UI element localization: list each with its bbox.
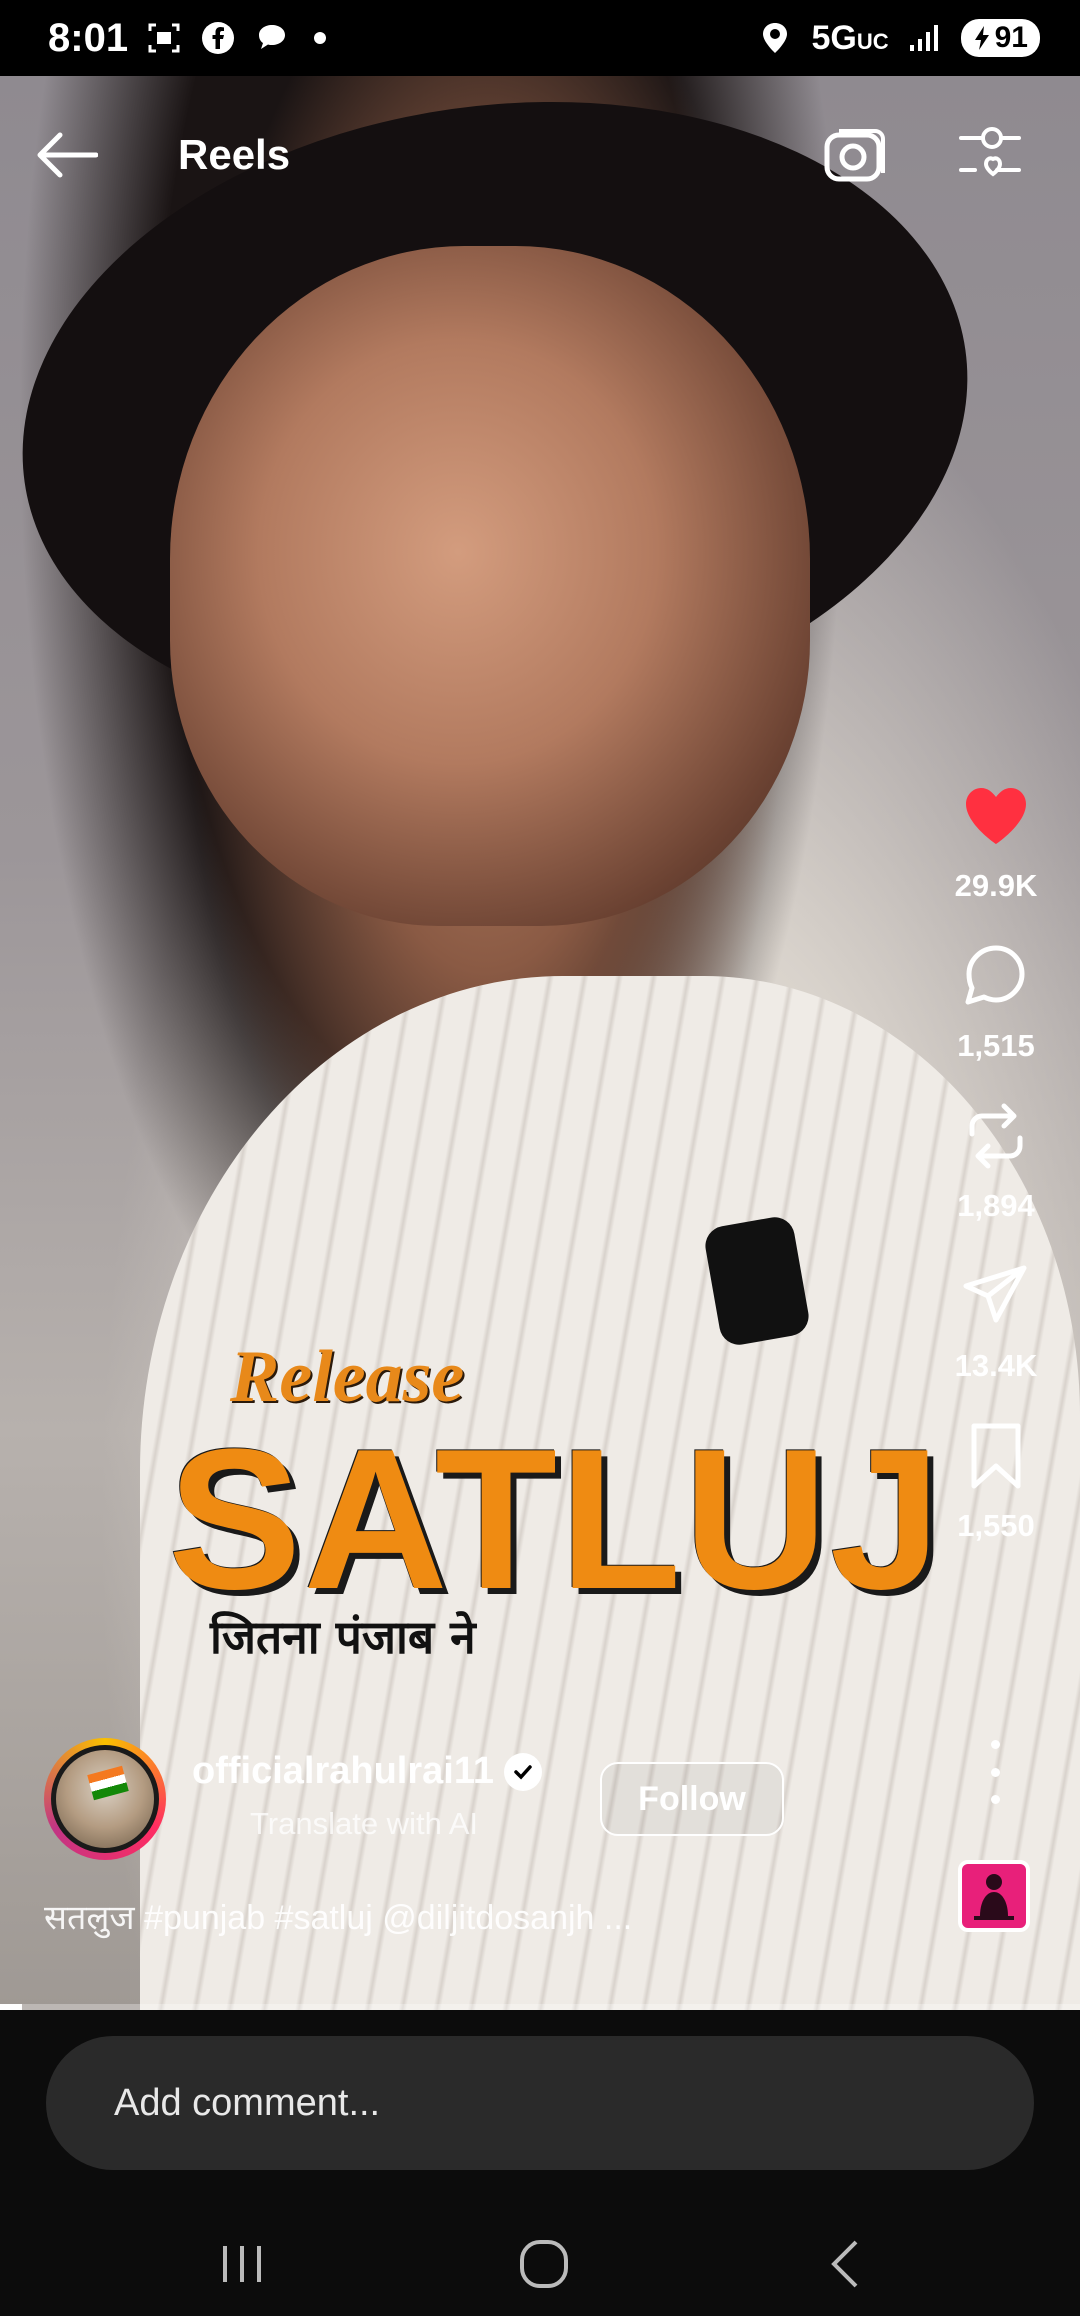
send-icon <box>963 1265 1027 1323</box>
share-count: 13.4K <box>954 1348 1038 1383</box>
recent-apps-icon <box>223 2246 261 2282</box>
overlay-subtitle-text: जितना पंजाब ने <box>210 1610 476 1664</box>
screenshot-icon <box>146 20 182 56</box>
save-button[interactable]: 1,550 <box>944 1420 1048 1544</box>
bottom-panel: Add comment... <box>0 2010 1080 2316</box>
more-dot <box>990 1767 1000 1777</box>
system-nav-bar <box>0 2224 1080 2304</box>
chevron-left-icon <box>831 2240 858 2288</box>
home-button[interactable] <box>504 2224 584 2304</box>
follow-button[interactable]: Follow <box>600 1762 784 1836</box>
like-count: 29.9K <box>954 868 1038 903</box>
page-title: Reels <box>178 131 291 178</box>
save-count: 1,550 <box>957 1508 1035 1543</box>
reel-caption[interactable]: सतलुज #punjab #satluj @diljitdosanjh ... <box>44 1893 632 1939</box>
video-face <box>170 246 810 926</box>
buddha-figure-icon <box>974 1874 1014 1920</box>
author-row: officialrahulrai11 Translate with AI Fol… <box>44 1738 924 1868</box>
facebook-icon <box>200 20 236 56</box>
like-button[interactable]: 29.9K <box>944 780 1048 904</box>
repost-icon <box>969 1103 1023 1169</box>
back-button[interactable] <box>34 123 98 187</box>
back-nav-button[interactable] <box>806 2224 886 2304</box>
translate-with-ai-link[interactable]: Translate with AI <box>250 1806 478 1842</box>
camera-icon <box>824 129 885 182</box>
verified-badge-icon <box>504 1752 543 1791</box>
share-button[interactable]: 13.4K <box>944 1260 1048 1384</box>
status-time: 8:01 <box>48 15 129 60</box>
heart-filled-icon <box>966 788 1026 844</box>
chat-bubble-icon <box>254 20 290 56</box>
interests-button[interactable] <box>954 119 1026 191</box>
more-dot <box>990 1795 1000 1804</box>
comment-button[interactable]: 1,515 <box>944 940 1048 1064</box>
avatar[interactable] <box>44 1738 166 1860</box>
home-icon <box>520 2240 568 2288</box>
comment-count: 1,515 <box>957 1028 1035 1063</box>
signal-icon <box>907 20 943 56</box>
bookmark-icon <box>971 1423 1021 1489</box>
back-arrow-icon <box>37 132 98 178</box>
action-column: 29.9K 1,515 1,894 13.4K 1,550 <box>944 780 1048 1580</box>
camera-button[interactable] <box>820 120 890 190</box>
comment-icon <box>965 945 1025 1005</box>
notification-dot <box>314 32 327 44</box>
recent-apps-button[interactable] <box>202 2224 282 2304</box>
overlay-title-text: SATLUJ <box>168 1408 943 1631</box>
reel-video[interactable] <box>0 76 1080 2010</box>
username-label: officialrahulrai11 <box>192 1750 495 1792</box>
more-dot <box>990 1740 1000 1749</box>
username[interactable]: officialrahulrai11 <box>192 1750 543 1793</box>
more-options-button[interactable] <box>980 1740 1010 1804</box>
sliders-heart-icon <box>959 127 1021 177</box>
network-label: 5GUC <box>811 18 889 57</box>
flag-icon <box>87 1765 129 1801</box>
status-bar: 8:01 5GUC 91 <box>0 0 1080 76</box>
avatar-image <box>51 1745 159 1853</box>
location-icon <box>757 20 793 56</box>
repost-count: 1,894 <box>957 1188 1035 1223</box>
battery-indicator: 91 <box>960 19 1040 57</box>
repost-button[interactable]: 1,894 <box>944 1100 1048 1224</box>
reels-header: Reels <box>0 120 1080 190</box>
audio-track-thumbnail[interactable] <box>958 1860 1030 1932</box>
add-comment-input[interactable]: Add comment... <box>46 2036 1034 2170</box>
